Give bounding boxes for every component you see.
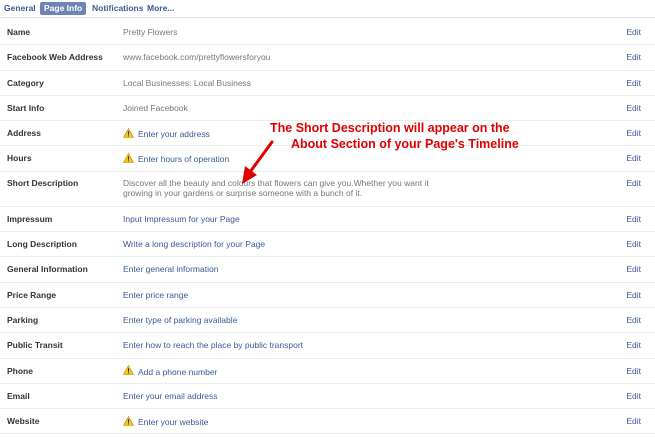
row-category: Category Local Businesses: Local Busines… [0,71,655,96]
row-value-phone[interactable]: Add a phone number [123,365,218,377]
row-label-general-information: General Information [7,264,88,275]
edit-website-button[interactable]: Edit [626,416,641,426]
edit-address-button[interactable]: Edit [626,128,641,138]
row-value-long-description[interactable]: Write a long description for your Page [123,239,265,249]
row-value-impressum[interactable]: Input Impressum for your Page [123,214,240,224]
row-impressum: Impressum Input Impressum for your Page … [0,207,655,233]
address-link-text: Enter your address [138,128,210,139]
row-name: Name Pretty Flowers Edit [0,20,655,46]
row-label-name: Name [7,27,31,37]
edit-start-info-button[interactable]: Edit [626,103,641,113]
tab-notifications[interactable]: Notifications [92,2,143,15]
edit-category-button[interactable]: Edit [626,78,641,88]
edit-facebook-web-address-button[interactable]: Edit [626,52,641,62]
row-short-description: Short Description Discover all the beaut… [0,172,655,207]
row-value-general-information[interactable]: Enter general information [123,264,218,274]
row-website: Website Enter your website Edit [0,409,655,435]
edit-hours-button[interactable]: Edit [626,153,641,163]
page-settings-tabs: General Page Info Notifications More... [0,0,655,18]
edit-name-button[interactable]: Edit [626,27,641,37]
row-value-category: Local Businesses: Local Business [123,77,252,88]
row-value-start-info: Joined Facebook [123,102,188,113]
tab-page-info[interactable]: Page Info [40,2,87,15]
row-label-email: Email [7,390,30,401]
edit-short-description-button[interactable]: Edit [626,178,641,188]
row-label-website: Website [7,416,40,427]
row-value-facebook-web-address: www.facebook.com/prettyflowersforyou [123,52,271,63]
row-label-start-info: Start Info [7,102,45,113]
warning-triangle-icon [123,127,134,138]
row-value-address[interactable]: Enter your address [123,127,210,139]
page-info-list: Name Pretty Flowers Edit Facebook Web Ad… [0,20,655,435]
warning-triangle-icon [123,415,134,426]
row-label-long-description: Long Description [7,239,77,250]
edit-phone-button[interactable]: Edit [626,366,641,376]
row-value-email[interactable]: Enter your email address [123,391,218,401]
row-value-hours[interactable]: Enter hours of operation [123,153,229,164]
arrow-icon [238,138,278,188]
edit-price-range-button[interactable]: Edit [626,290,641,300]
row-value-short-description: Discover all the beauty and colours that… [123,177,429,199]
row-price-range: Price Range Enter price range Edit [0,283,655,308]
row-label-phone: Phone [7,365,33,376]
edit-general-information-button[interactable]: Edit [626,264,641,274]
row-value-public-transit[interactable]: Enter how to reach the place by public t… [123,340,303,350]
row-value-price-range[interactable]: Enter price range [123,290,188,300]
row-label-hours: Hours [7,153,32,164]
website-link-text: Enter your website [138,416,209,427]
row-label-facebook-web-address: Facebook Web Address [7,52,103,63]
warning-triangle-icon [123,365,134,376]
edit-email-button[interactable]: Edit [626,391,641,401]
tab-more[interactable]: More... [147,2,174,15]
row-value-name: Pretty Flowers [123,27,178,37]
phone-link-text: Add a phone number [138,366,218,377]
hours-link-text: Enter hours of operation [138,154,230,165]
edit-parking-button[interactable]: Edit [626,315,641,325]
annotation-line-2: About Section of your Page's Timeline [291,137,519,151]
warning-triangle-icon [123,153,134,164]
row-email: Email Enter your email address Edit [0,384,655,410]
row-label-impressum: Impressum [7,213,53,224]
row-label-parking: Parking [7,314,39,325]
edit-impressum-button[interactable]: Edit [626,214,641,224]
row-facebook-web-address: Facebook Web Address www.facebook.com/pr… [0,45,655,71]
row-phone: Phone Add a phone number Edit [0,359,655,384]
row-label-public-transit: Public Transit [7,340,63,351]
row-general-information: General Information Enter general inform… [0,257,655,283]
edit-long-description-button[interactable]: Edit [626,239,641,249]
row-value-parking[interactable]: Enter type of parking available [123,315,237,325]
row-start-info: Start Info Joined Facebook Edit [0,96,655,122]
annotation-line-1: The Short Description will appear on the [270,121,510,135]
row-value-website[interactable]: Enter your website [123,415,209,427]
tab-general[interactable]: General [4,2,36,15]
row-label-address: Address [7,128,42,139]
row-label-short-description: Short Description [7,177,79,188]
row-parking: Parking Enter type of parking available … [0,308,655,334]
row-long-description: Long Description Write a long descriptio… [0,232,655,258]
row-label-category: Category [7,77,44,88]
row-public-transit: Public Transit Enter how to reach the pl… [0,333,655,359]
row-label-price-range: Price Range [7,289,57,300]
edit-public-transit-button[interactable]: Edit [626,340,641,350]
